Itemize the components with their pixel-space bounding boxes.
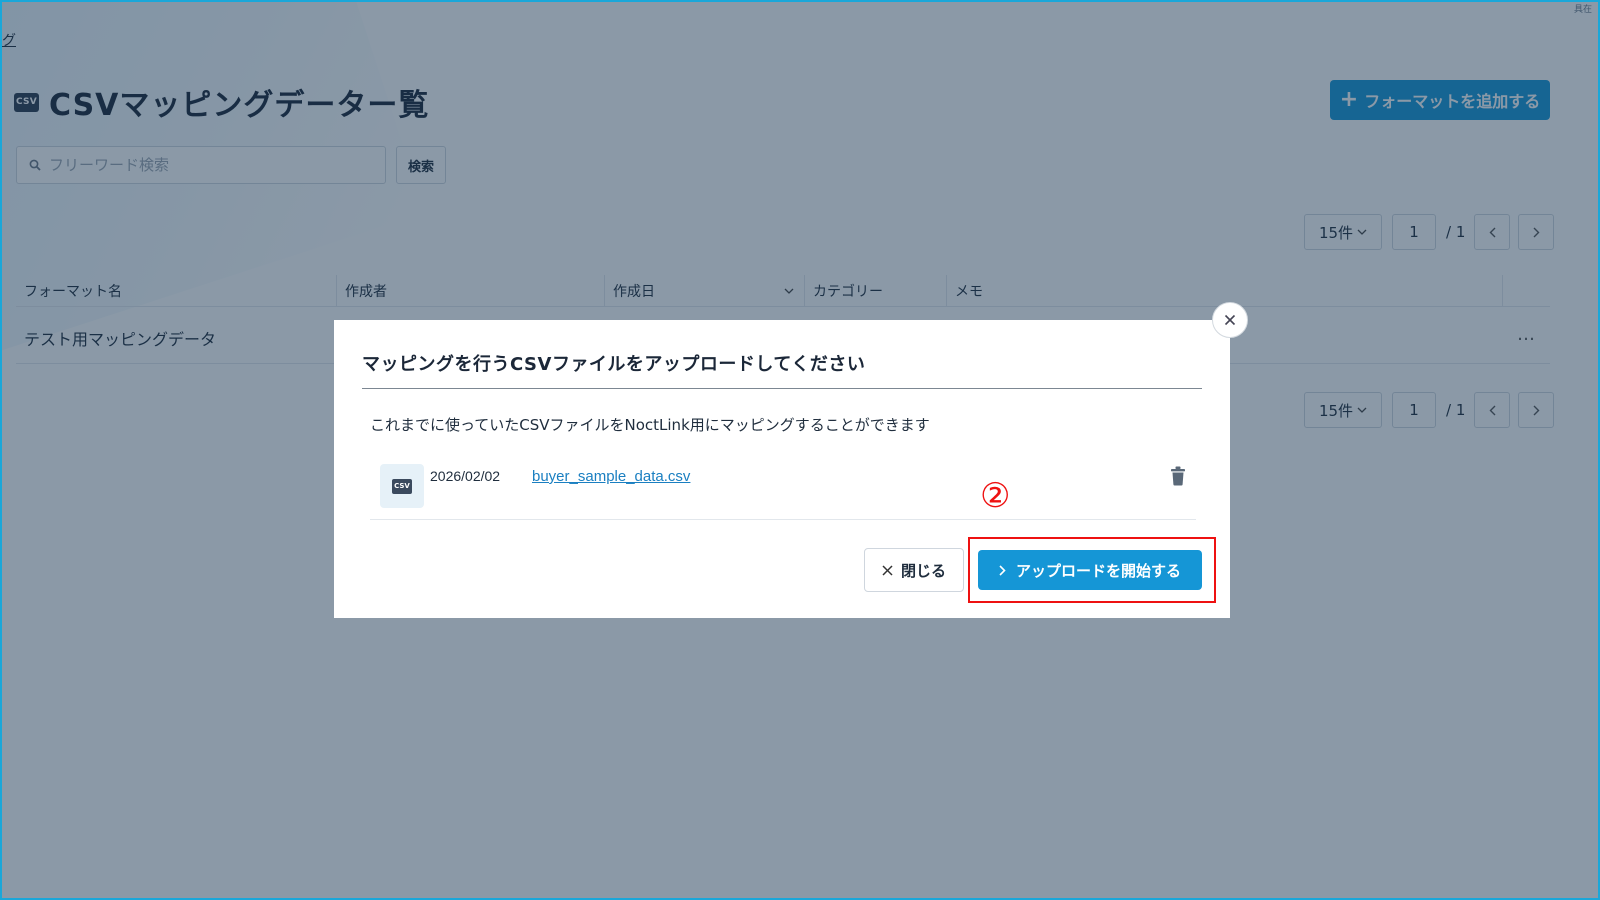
file-date: 2026/02/02 xyxy=(430,468,501,484)
trash-icon[interactable] xyxy=(1170,466,1186,486)
close-button-label: 閉じる xyxy=(900,561,946,580)
modal-description: これまでに使っていたCSVファイルをNoctLink用にマッピングすることができ… xyxy=(370,416,930,434)
close-icon xyxy=(882,564,893,576)
csv-file-icon-label: CSV xyxy=(392,478,412,494)
step-annotation-number: ② xyxy=(980,476,1011,516)
close-icon xyxy=(1224,314,1236,326)
close-button[interactable]: 閉じる xyxy=(864,548,964,592)
file-name-link[interactable]: buyer_sample_data.csv xyxy=(532,468,690,485)
uploaded-file-row: CSV 2026/02/02 buyer_sample_data.csv xyxy=(370,456,1196,520)
csv-file-icon: CSV xyxy=(380,464,424,508)
modal-close-button[interactable] xyxy=(1212,302,1248,338)
modal-title: マッピングを行うCSVファイルをアップロードしてください xyxy=(362,350,1202,389)
app-frame: グ 具在 CSV CSVマッピングデーター覧 + フォーマットを追加する 検索 … xyxy=(0,0,1600,900)
step-highlight-box xyxy=(968,537,1216,603)
